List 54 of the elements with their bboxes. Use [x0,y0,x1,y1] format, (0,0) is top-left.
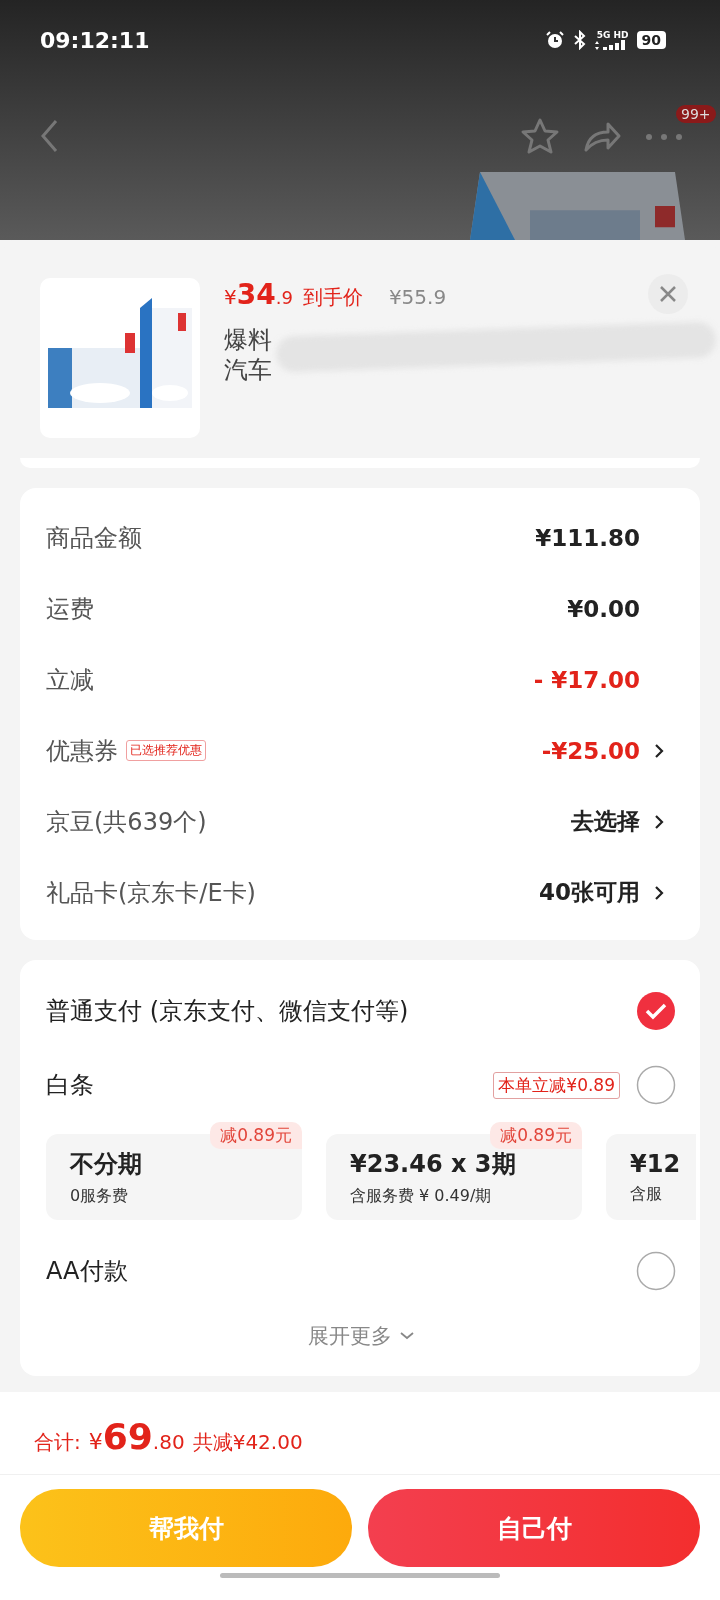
summary-label: 优惠券 [46,735,118,767]
total-price: ¥69.80 [88,1416,185,1457]
product-title: 爆料 [224,325,272,355]
chevron-down-icon [400,1332,414,1340]
installment-fee: 含服 [630,1183,663,1205]
summary-value[interactable]: 去选择 [571,806,640,837]
coupon-tag: 已选推荐优惠 [126,740,206,761]
installment-title: ¥12 [630,1149,682,1178]
product-title: 汽车 [224,355,272,385]
summary-value[interactable]: 40张可用 [539,877,640,908]
pay-button[interactable]: 自己付 [368,1489,700,1567]
radio-icon[interactable] [636,1065,676,1105]
radio-checked-icon[interactable] [636,991,676,1031]
original-price: ¥55.9 [388,285,447,309]
close-icon [659,285,677,303]
installment-fee: 0服务费 [70,1185,130,1207]
discount-tag: 本单立减¥0.89 [493,1071,620,1099]
radio-icon[interactable] [636,1251,676,1291]
deal-price: ¥34.9 [224,278,293,311]
summary-label: 运费 [46,593,94,625]
total-label: 合计: [34,1429,81,1456]
expand-more-link[interactable]: 展开更多 [46,1308,676,1358]
more-icon[interactable] [644,131,684,142]
installment-option[interactable]: ¥12 含服 [606,1134,696,1220]
status-time: 09:12:11 [40,27,150,53]
summary-value: ¥0.00 [567,595,640,622]
payment-option[interactable]: 白条 [46,1069,94,1101]
summary-value[interactable]: -¥25.00 [541,737,640,764]
network-label: 5G HD [596,30,629,40]
star-icon[interactable] [520,116,560,156]
back-icon[interactable] [40,119,60,153]
summary-label: 京豆(共639个) [46,806,207,838]
bluetooth-icon [572,30,587,50]
close-button[interactable] [648,274,688,314]
installment-title: 不分期 [70,1148,143,1180]
chevron-right-icon[interactable] [654,813,664,830]
summary-label: 商品金额 [46,522,142,554]
chevron-right-icon[interactable] [654,742,664,759]
notification-badge: 99+ [676,104,716,123]
payment-option[interactable]: 普通支付 (京东支付、微信支付等) [46,995,409,1027]
alarm-icon [544,30,565,50]
summary-value: - ¥17.00 [533,666,640,693]
price-label: 到手价 [302,284,363,311]
discount-tag: 减0.89元 [210,1122,302,1149]
summary-value: ¥111.80 [535,524,640,551]
installment-title: ¥23.46 x 3期 [350,1148,517,1180]
battery-level: 90 [636,31,666,49]
chevron-right-icon[interactable] [654,884,664,901]
discount-tag: 减0.89元 [490,1122,582,1149]
summary-label: 礼品卡(京东卡/E卡) [46,877,256,909]
summary-label: 立减 [46,664,94,696]
payment-option[interactable]: AA付款 [46,1255,128,1287]
installment-fee: 含服务费 ¥ 0.49/期 [350,1185,493,1207]
total-savings: 共减¥42.00 [192,1429,303,1456]
